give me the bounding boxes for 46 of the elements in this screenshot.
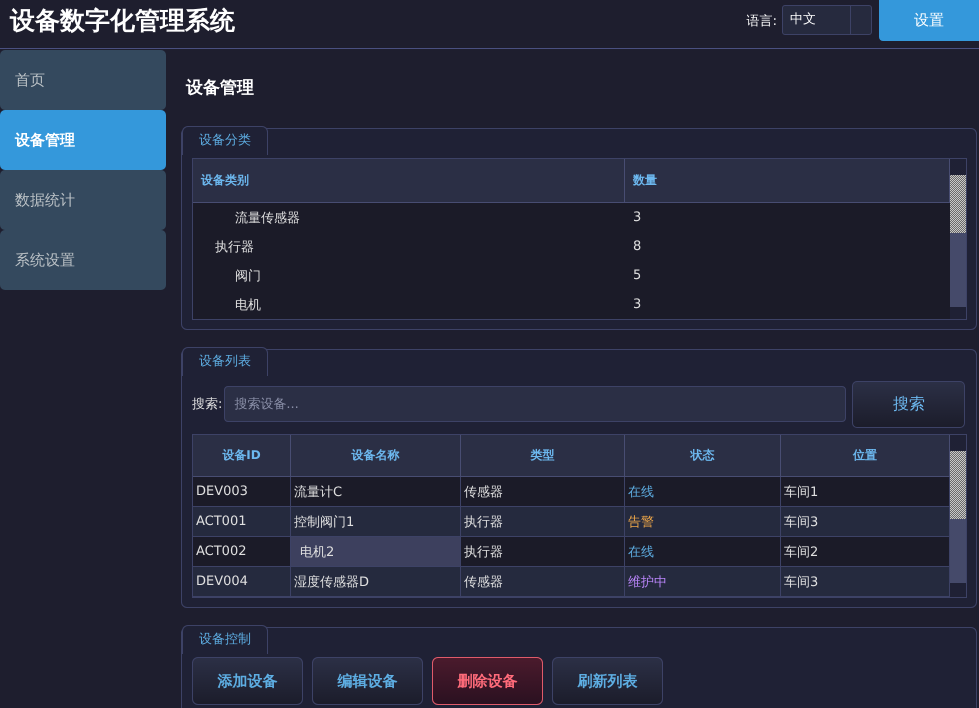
- settings-button[interactable]: 设置: [879, 0, 979, 41]
- scrollbar-thumb[interactable]: [950, 519, 966, 583]
- tree-item[interactable]: 流量传感器: [235, 208, 300, 226]
- tree-item[interactable]: 执行器: [215, 238, 254, 256]
- table-cell: 3: [633, 210, 642, 225]
- sidebar-item[interactable]: 设备管理: [0, 110, 166, 170]
- action-button[interactable]: 删除设备: [432, 657, 543, 705]
- column-header[interactable]: 设备ID: [193, 435, 291, 477]
- scrollbar-thumb[interactable]: [950, 233, 966, 307]
- status-text: 维护中: [628, 574, 667, 590]
- sidebar-item[interactable]: 数据统计: [0, 170, 166, 230]
- column-header[interactable]: 设备类别: [193, 159, 625, 203]
- language-label: 语言:: [746, 13, 777, 30]
- group-tab[interactable]: 设备控制: [182, 625, 268, 654]
- scrollbar[interactable]: [950, 159, 966, 319]
- table-cell[interactable]: 电机2: [291, 537, 461, 567]
- search-field[interactable]: 搜索设备...: [224, 386, 846, 422]
- table-cell: 传感器: [461, 567, 625, 597]
- search-button[interactable]: 搜索: [852, 380, 966, 428]
- action-button[interactable]: 添加设备: [192, 657, 303, 705]
- status-text: 在线: [628, 484, 654, 500]
- page-title: 设备管理: [186, 77, 254, 100]
- column-header[interactable]: 类型: [461, 435, 625, 477]
- tree-item[interactable]: 阀门: [235, 266, 261, 284]
- column-header[interactable]: 数量: [625, 159, 950, 203]
- column-header[interactable]: 状态: [625, 435, 781, 477]
- action-button[interactable]: 编辑设备: [312, 657, 423, 705]
- status-text: 在线: [628, 544, 654, 560]
- sidebar-item[interactable]: 系统设置: [0, 230, 166, 290]
- table-cell: 8: [633, 239, 642, 254]
- tree-item[interactable]: 电机: [235, 296, 261, 314]
- status-text: 告警: [628, 514, 654, 530]
- table-cell: 5: [633, 268, 642, 283]
- column-header[interactable]: 位置: [781, 435, 950, 477]
- sidebar-item[interactable]: 首页: [0, 50, 166, 110]
- table-cell[interactable]: 湿度传感器D: [291, 567, 461, 597]
- column-header[interactable]: 设备名称: [291, 435, 461, 477]
- app-title: 设备数字化管理系统: [10, 5, 235, 37]
- action-button[interactable]: 刷新列表: [552, 657, 663, 705]
- group-tab[interactable]: 设备分类: [182, 126, 268, 155]
- group-tab[interactable]: 设备列表: [182, 347, 268, 376]
- scrollbar[interactable]: [950, 435, 966, 597]
- table-cell: DEV004: [193, 567, 291, 597]
- search-label: 搜索:: [192, 396, 222, 413]
- language-select[interactable]: 中文: [782, 5, 872, 35]
- table-cell: 3: [633, 297, 642, 312]
